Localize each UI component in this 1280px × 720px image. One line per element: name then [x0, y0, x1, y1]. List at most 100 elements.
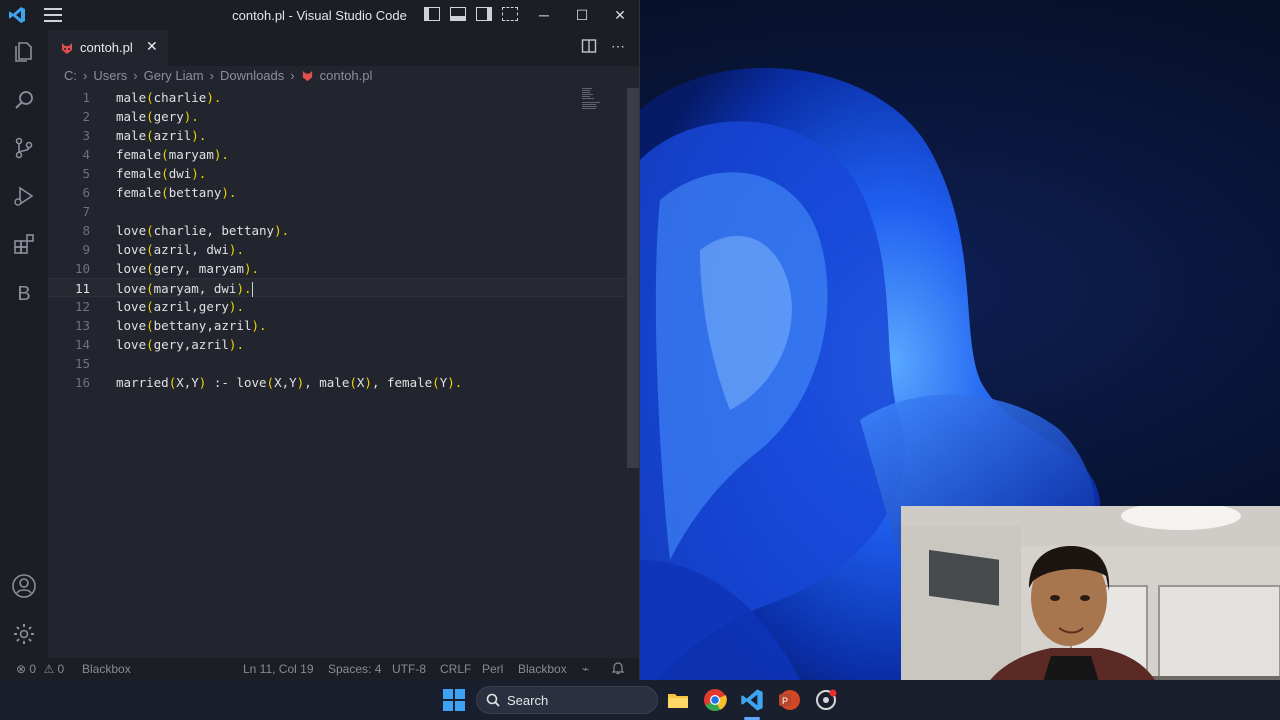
code-line[interactable]: 13 love(bettany,azril). [48, 316, 626, 335]
minimap[interactable] [582, 88, 616, 110]
blackbox-icon[interactable]: B [10, 280, 38, 308]
breadcrumb: C: › Users › Gery Liam › Downloads › contoh.… [64, 68, 372, 83]
notifications-bell-icon[interactable] [611, 662, 625, 678]
code-text: female(bettany). [116, 185, 237, 200]
line-number: 9 [82, 242, 90, 257]
line-number: 11 [74, 281, 90, 296]
code-line[interactable]: 16 married(X,Y) :- love(X,Y), male(X), fe… [48, 373, 626, 392]
svg-text:P: P [782, 696, 788, 706]
code-text: love(azril, dwi). [116, 242, 244, 257]
powerpoint-icon[interactable]: P [777, 688, 801, 712]
line-number: 2 [82, 109, 90, 124]
code-editor[interactable]: 1 male(charlie). 2 male(gery). 3 male(azril).… [48, 88, 626, 658]
chevron-right-icon: › [209, 68, 214, 83]
breadcrumb-item[interactable]: Gery Liam [144, 68, 204, 83]
chevron-right-icon: › [83, 68, 88, 83]
line-number: 13 [74, 318, 90, 333]
breadcrumb-item[interactable]: C: [64, 68, 77, 83]
tab-contoh-pl[interactable]: contoh.pl ✕ [48, 30, 168, 66]
code-line[interactable]: 15 [48, 354, 626, 373]
line-number: 10 [74, 261, 90, 276]
chevron-right-icon: › [290, 68, 295, 83]
code-line[interactable]: 9 love(azril, dwi). [48, 240, 626, 259]
breadcrumb-item[interactable]: contoh.pl [320, 68, 373, 83]
vscode-window: contoh.pl - Visual Studio Code ─ ☐ ✕ B c… [0, 0, 640, 680]
extensions-icon[interactable] [10, 230, 38, 258]
explorer-icon[interactable] [10, 38, 38, 66]
code-text: love(gery,azril). [116, 337, 244, 352]
search-icon[interactable] [10, 86, 38, 114]
encoding-status[interactable]: UTF-8 [392, 662, 426, 676]
line-number: 4 [82, 147, 90, 162]
minimize-button[interactable]: ─ [525, 0, 563, 30]
toggle-secondary-sidebar-icon[interactable] [476, 7, 492, 21]
vscode-taskbar-icon[interactable] [740, 688, 764, 712]
line-number: 14 [74, 337, 90, 352]
code-text: love(charlie, bettany). [116, 223, 290, 238]
editor-tab-bar: contoh.pl ✕ ⋯ [48, 30, 639, 66]
search-icon [486, 693, 500, 707]
blackbox-status-right[interactable]: Blackbox [518, 662, 567, 676]
code-text: female(maryam). [116, 147, 229, 162]
toggle-primary-sidebar-icon[interactable] [424, 7, 440, 21]
file-explorer-icon[interactable] [666, 688, 690, 712]
perl-file-icon [62, 43, 72, 54]
code-line[interactable]: 4 female(maryam). [48, 145, 626, 164]
split-editor-icon[interactable] [581, 38, 597, 54]
code-line[interactable]: 2 male(gery). [48, 107, 626, 126]
maximize-button[interactable]: ☐ [563, 0, 601, 30]
language-mode[interactable]: Perl [482, 662, 503, 676]
manage-gear-icon[interactable] [10, 620, 38, 648]
layout-controls [424, 7, 518, 21]
code-text: male(azril). [116, 128, 207, 143]
accounts-icon[interactable] [10, 572, 38, 600]
code-line[interactable]: 12 love(azril,gery). [48, 297, 626, 316]
close-button[interactable]: ✕ [601, 0, 639, 30]
feedback-icon[interactable]: ⌁ [582, 662, 589, 676]
indentation-status[interactable]: Spaces: 4 [328, 662, 381, 676]
code-text: married(X,Y) :- love(X,Y), male(X), fema… [116, 375, 463, 390]
code-text: female(dwi). [116, 166, 207, 181]
source-control-icon[interactable] [10, 134, 38, 162]
run-debug-icon[interactable] [10, 182, 38, 210]
line-number: 12 [74, 299, 90, 314]
toggle-panel-icon[interactable] [450, 7, 466, 21]
code-line[interactable]: 14 love(gery,azril). [48, 335, 626, 354]
code-text: love(bettany,azril). [116, 318, 267, 333]
breadcrumb-item[interactable]: Downloads [220, 68, 284, 83]
eol-status[interactable]: CRLF [440, 662, 471, 676]
code-line[interactable]: 8 love(charlie, bettany). [48, 221, 626, 240]
line-number: 6 [82, 185, 90, 200]
line-number: 5 [82, 166, 90, 181]
chrome-icon[interactable] [703, 688, 727, 712]
error-icon: ⊗ [16, 662, 27, 676]
windows-start-icon[interactable] [442, 688, 466, 712]
code-text: love(azril,gery). [116, 299, 244, 314]
window-controls: ─ ☐ ✕ [525, 0, 639, 30]
app-icon[interactable] [814, 688, 838, 712]
line-number: 15 [74, 356, 90, 371]
code-line[interactable]: 3 male(azril). [48, 126, 626, 145]
vertical-scrollbar[interactable] [627, 88, 639, 468]
code-line[interactable]: 11 love(maryam, dwi). [48, 278, 626, 297]
problems-status[interactable]: ⊗ 0 ⚠ 0 [16, 662, 64, 676]
code-text: love(gery, maryam). [116, 261, 260, 276]
customize-layout-icon[interactable] [502, 7, 518, 21]
code-line[interactable]: 5 female(dwi). [48, 164, 626, 183]
status-bar: ⊗ 0 ⚠ 0 Blackbox Ln 11, Col 19 Spaces: 4… [0, 658, 639, 680]
code-line[interactable]: 7 [48, 202, 626, 221]
more-actions-icon[interactable]: ⋯ [611, 38, 625, 55]
cursor-position[interactable]: Ln 11, Col 19 [243, 662, 314, 676]
editor-actions: ⋯ [581, 38, 625, 55]
code-line[interactable]: 6 female(bettany). [48, 183, 626, 202]
code-line[interactable]: 1 male(charlie). [48, 88, 626, 107]
line-number: 7 [82, 204, 90, 219]
tab-label: contoh.pl [80, 40, 133, 55]
blackbox-status-left[interactable]: Blackbox [82, 662, 131, 676]
perl-file-icon [302, 70, 312, 82]
line-number: 16 [74, 375, 90, 390]
code-line[interactable]: 10 love(gery, maryam). [48, 259, 626, 278]
breadcrumb-item[interactable]: Users [93, 68, 127, 83]
taskbar-search-box[interactable]: Search [476, 686, 658, 714]
tab-close-icon[interactable]: ✕ [146, 38, 158, 55]
